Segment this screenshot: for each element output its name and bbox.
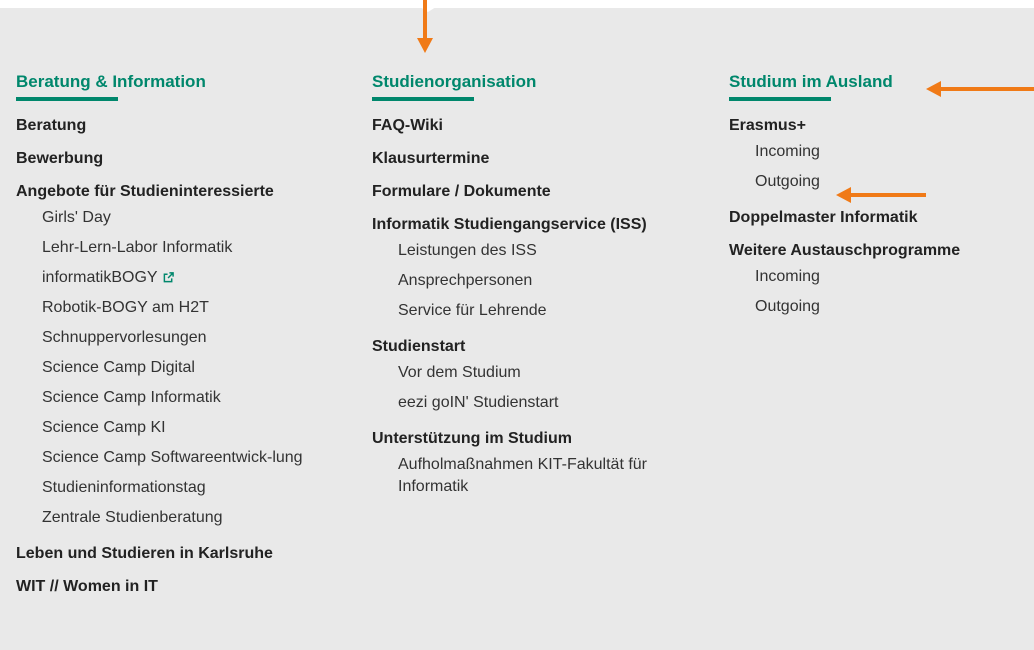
menu-item[interactable]: WIT // Women in IT bbox=[16, 576, 346, 598]
menu-item[interactable]: Weitere Austauschprogramme bbox=[729, 240, 1034, 262]
menu-list: Erasmus+ Incoming Outgoing Doppelmaster … bbox=[729, 115, 1034, 318]
submenu-item[interactable]: Lehr-Lern-Labor Informatik bbox=[42, 237, 346, 259]
submenu-item[interactable]: Schnuppervorlesungen bbox=[42, 327, 346, 349]
menu-item[interactable]: Unterstützung im Studium bbox=[372, 428, 702, 450]
title-underline bbox=[16, 97, 118, 101]
submenu-item[interactable]: Leistungen des ISS bbox=[398, 240, 702, 262]
menu-list: Beratung Bewerbung Angebote für Studieni… bbox=[16, 115, 346, 598]
submenu-item[interactable]: eezi goIN' Studienstart bbox=[398, 392, 702, 414]
submenu-item[interactable]: Girls' Day bbox=[42, 207, 346, 229]
menu-item[interactable]: FAQ-Wiki bbox=[372, 115, 702, 137]
menu-item[interactable]: Doppelmaster Informatik bbox=[729, 207, 1034, 229]
submenu-item[interactable]: Science Camp Informatik bbox=[42, 387, 346, 409]
submenu: Aufholmaßnahmen KIT-Fakultät für Informa… bbox=[372, 454, 702, 498]
title-underline bbox=[372, 97, 474, 101]
submenu-item[interactable]: Science Camp Softwareentwick-lung bbox=[42, 447, 312, 469]
menu-item[interactable]: Beratung bbox=[16, 115, 346, 137]
submenu: Girls' Day Lehr-Lern-Labor Informatik in… bbox=[16, 207, 346, 529]
arrow-icon bbox=[417, 0, 433, 53]
submenu-item[interactable]: Incoming bbox=[755, 141, 1034, 163]
submenu: Vor dem Studium eezi goIN' Studienstart bbox=[372, 362, 702, 414]
submenu: Leistungen des ISS Ansprechpersonen Serv… bbox=[372, 240, 702, 322]
submenu-item[interactable]: Zentrale Studienberatung bbox=[42, 507, 346, 529]
submenu: Incoming Outgoing bbox=[729, 266, 1034, 318]
arrow-icon bbox=[836, 187, 926, 203]
submenu-item[interactable]: Service für Lehrende bbox=[398, 300, 702, 322]
menu-item[interactable]: Erasmus+ bbox=[729, 115, 1034, 137]
submenu-item[interactable]: Studieninformationstag bbox=[42, 477, 346, 499]
submenu-item[interactable]: Aufholmaßnahmen KIT-Fakultät für Informa… bbox=[398, 454, 688, 498]
menu-item[interactable]: Formulare / Dokumente bbox=[372, 181, 702, 203]
submenu-item[interactable]: Vor dem Studium bbox=[398, 362, 702, 384]
menu-item[interactable]: Leben und Studieren in Karlsruhe bbox=[16, 543, 346, 565]
submenu-item[interactable]: Incoming bbox=[755, 266, 1034, 288]
menu-column-beratung: Beratung & Information Beratung Bewerbun… bbox=[16, 69, 346, 609]
submenu-item[interactable]: Outgoing bbox=[755, 296, 1034, 318]
menu-item[interactable]: Klausurtermine bbox=[372, 148, 702, 170]
external-link-icon bbox=[163, 272, 174, 283]
title-underline bbox=[729, 97, 831, 101]
menu-list: FAQ-Wiki Klausurtermine Formulare / Doku… bbox=[372, 115, 702, 498]
column-title[interactable]: Beratung & Information bbox=[16, 69, 206, 95]
column-title[interactable]: Studienorganisation bbox=[372, 69, 536, 95]
submenu-item[interactable]: Science Camp Digital bbox=[42, 357, 346, 379]
column-title[interactable]: Studium im Ausland bbox=[729, 69, 893, 95]
submenu-item[interactable]: Ansprechpersonen bbox=[398, 270, 702, 292]
menu-item[interactable]: Angebote für Studieninteressierte bbox=[16, 181, 346, 203]
submenu-item[interactable]: Science Camp KI bbox=[42, 417, 346, 439]
menu-item[interactable]: Studienstart bbox=[372, 336, 702, 358]
arrow-icon bbox=[926, 81, 1034, 97]
menu-item[interactable]: Informatik Studiengangservice (ISS) bbox=[372, 214, 672, 236]
menu-item[interactable]: Bewerbung bbox=[16, 148, 346, 170]
submenu-item-label: informatikBOGY bbox=[42, 269, 158, 286]
menu-column-studienorganisation: Studienorganisation FAQ-Wiki Klausurterm… bbox=[372, 69, 702, 512]
submenu-item-external[interactable]: informatikBOGY bbox=[42, 267, 346, 289]
submenu-item[interactable]: Robotik-BOGY am H2T bbox=[42, 297, 346, 319]
